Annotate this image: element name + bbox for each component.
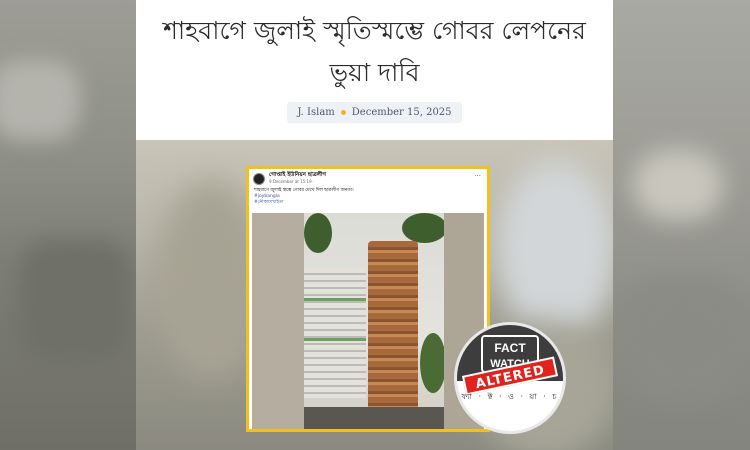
article-title: শাহবাগে জুলাই স্মৃতিস্মম্ভে গোবর লেপনের …: [163, 16, 586, 87]
background-left: [0, 0, 136, 450]
post-timestamp: 9 December at 15:19 ·: [269, 179, 315, 184]
more-options-icon: ···: [474, 172, 481, 180]
post-body: শাহবাগে জুলাই স্তম্ভে গোবর মেখে দিল ছাত্…: [249, 185, 487, 206]
badge-bottom-text: ফ্যা · ক্ট · ও · য়া · চ: [461, 392, 559, 401]
separator-dot-icon: [340, 110, 346, 115]
post-header: গোপ্তাই ইউনিয়ন ছাত্রলীগ 9 December at 1…: [249, 169, 487, 185]
background-right: [613, 0, 750, 450]
post-photo: [252, 213, 484, 429]
photo-monument-tower: [368, 241, 418, 426]
publish-date: December 15, 2025: [351, 107, 452, 118]
author-link[interactable]: J. Islam: [297, 107, 334, 118]
photo-tree: [420, 333, 446, 393]
fact-watch-altered-badge: FACT WATCH ALTERED ফ্যা · ক্ট · ও · য়া …: [454, 322, 566, 434]
photo-margin-left: [252, 213, 304, 429]
photo-building: [304, 268, 366, 398]
page-avatar: [253, 173, 265, 185]
svg-text:FACT: FACT: [494, 341, 526, 355]
article-header: শাহবাগে জুলাই স্মৃতিস্মম্ভে গোবর লেপনের …: [136, 0, 613, 140]
photo-ground: [304, 407, 444, 429]
photo-tree: [402, 213, 447, 243]
post-page-name: গোপ্তাই ইউনিয়ন ছাত্রলীগ: [269, 172, 327, 178]
post-hashtag: #নৌকাদেখাইতা: [254, 200, 284, 205]
social-post-screenshot: গোপ্তাই ইউনিয়ন ছাত্রলীগ 9 December at 1…: [246, 166, 490, 432]
article-meta: J. Islam December 15, 2025: [287, 102, 462, 123]
photo-tree: [304, 213, 332, 253]
